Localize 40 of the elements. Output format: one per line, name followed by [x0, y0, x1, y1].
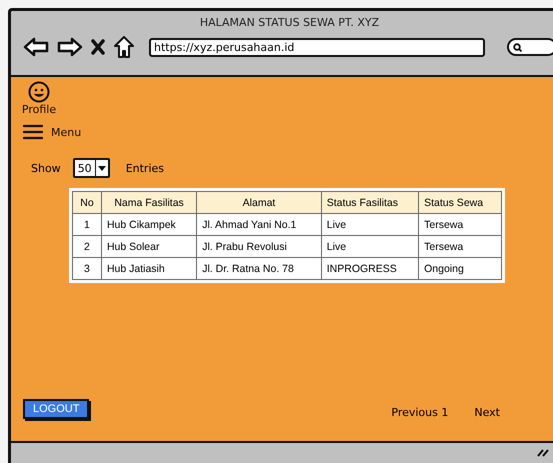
search-icon — [513, 42, 522, 52]
close-icon[interactable] — [91, 39, 105, 55]
table-cell: INPROGRESS — [321, 258, 419, 280]
table-cell: 1 — [72, 214, 102, 236]
search-field[interactable] — [507, 38, 553, 56]
table-cell: Jl. Prabu Revolusi — [196, 236, 322, 258]
table-cell: Ongoing — [418, 258, 502, 280]
entries-dropdown[interactable]: 50 — [72, 158, 110, 178]
back-icon[interactable] — [23, 37, 49, 57]
table-cell: Jl. Ahmad Yani No.1 — [196, 214, 322, 236]
column-header: No — [72, 192, 102, 214]
entries-label: Entries — [126, 162, 164, 174]
logout-button[interactable]: LOGOUT — [23, 398, 90, 418]
profile-label[interactable]: Profile — [22, 103, 56, 116]
column-header: Nama Fasilitas — [101, 192, 197, 214]
table-cell: 2 — [72, 236, 102, 258]
column-header: Alamat — [196, 192, 322, 214]
address-field[interactable]: https://xyz.perusahaan.id — [149, 38, 485, 56]
menu-label[interactable]: Menu — [51, 126, 82, 138]
home-icon[interactable] — [113, 35, 135, 59]
show-label: Show — [31, 162, 61, 174]
resize-grip-icon[interactable] — [537, 447, 549, 457]
table-cell: Hub Cikampek — [101, 214, 197, 236]
previous-link[interactable]: Previous 1 — [391, 406, 448, 419]
table-cell: Tersewa — [418, 236, 502, 258]
column-header: Status Sewa — [418, 192, 502, 214]
caret-icon — [98, 166, 106, 170]
column-header: Status Fasilitas — [321, 192, 419, 214]
table-cell: Jl. Dr. Ratna No. 78 — [196, 258, 322, 280]
table-cell: Hub Jatiasih — [101, 258, 197, 280]
table-cell: 3 — [72, 258, 102, 280]
menu-icon[interactable] — [23, 124, 43, 140]
table-cell: Live — [321, 236, 419, 258]
table-cell: Live — [321, 214, 419, 236]
table-cell: Hub Solear — [101, 236, 197, 258]
next-link[interactable]: Next — [474, 406, 500, 419]
forward-icon[interactable] — [57, 37, 83, 57]
smiley-icon[interactable] — [28, 81, 50, 103]
window-title: HALAMAN STATUS SEWA PT. XYZ — [200, 16, 380, 29]
table-cell: Tersewa — [418, 214, 502, 236]
